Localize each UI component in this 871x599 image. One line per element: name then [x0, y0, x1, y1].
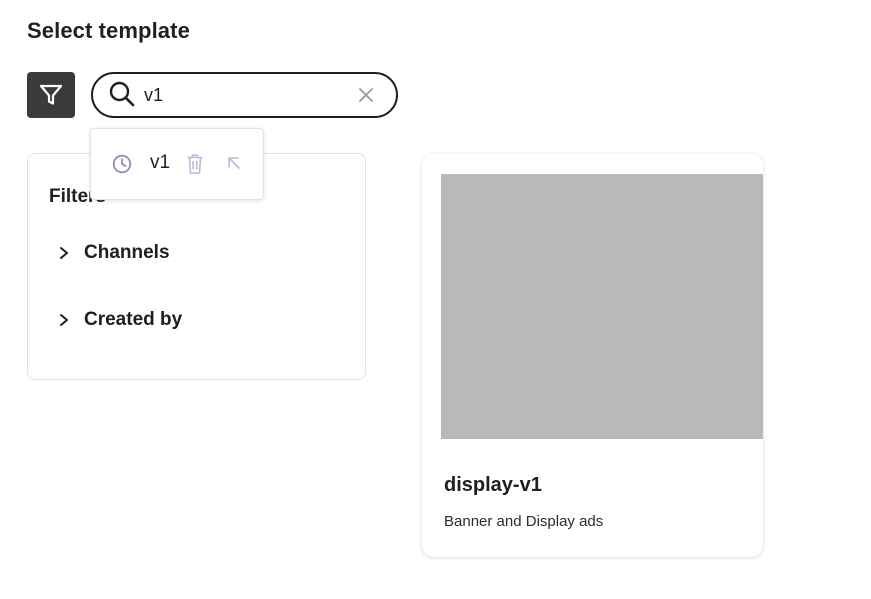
close-icon[interactable] [358, 87, 374, 103]
template-description: Banner and Display ads [444, 513, 604, 530]
filter-group-created-by[interactable]: Created by [58, 309, 182, 331]
page-title: Select template [27, 18, 190, 43]
filter-group-label: Created by [84, 309, 183, 330]
chevron-right-icon [60, 247, 68, 259]
template-name: display-v1 [444, 474, 542, 496]
filter-group-label: Channels [84, 242, 170, 263]
clock-icon [112, 154, 132, 174]
template-thumbnail [441, 174, 763, 439]
trash-icon[interactable] [185, 153, 205, 175]
arrow-up-left-icon[interactable] [226, 155, 241, 170]
filter-group-channels[interactable]: Channels [58, 242, 170, 264]
search-suggestions-popover: v1 [90, 128, 264, 200]
template-card[interactable]: display-v1 Banner and Display ads [422, 154, 763, 557]
filter-toggle-button[interactable] [27, 72, 75, 118]
filter-icon [39, 84, 63, 105]
search-icon [109, 81, 135, 107]
suggestion-item[interactable]: v1 [150, 152, 170, 174]
chevron-right-icon [60, 314, 68, 326]
search-input[interactable] [144, 82, 344, 108]
search-field[interactable] [91, 72, 398, 118]
